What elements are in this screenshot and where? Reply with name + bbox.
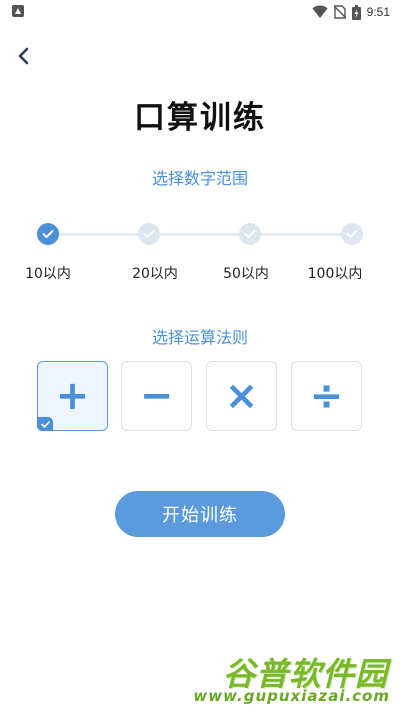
- add-operation-button[interactable]: +: [37, 361, 108, 431]
- multiply-operation-button[interactable]: ×: [206, 361, 277, 431]
- subtract-operation-button[interactable]: −: [121, 361, 192, 431]
- range-label-20[interactable]: 20以内: [110, 263, 200, 283]
- range-node-10[interactable]: [37, 223, 59, 245]
- multiply-icon: ×: [224, 373, 259, 419]
- plus-icon: +: [55, 373, 90, 419]
- check-icon: [244, 230, 256, 238]
- wifi-icon: [312, 5, 328, 18]
- watermark: 谷普软件园 www.gupuxiazai.com: [193, 649, 396, 709]
- chevron-left-icon: [18, 47, 29, 65]
- check-icon: [346, 230, 358, 238]
- battery-charging-icon: [351, 4, 361, 20]
- range-label-100[interactable]: 100以内: [290, 263, 380, 283]
- minus-icon: −: [139, 373, 174, 419]
- watermark-url: www.gupuxiazai.com: [193, 687, 390, 705]
- range-label-10[interactable]: 10以内: [3, 263, 93, 283]
- status-bar: 9:51: [0, 0, 400, 24]
- range-label-50[interactable]: 50以内: [201, 263, 291, 283]
- range-node-50[interactable]: [239, 223, 261, 245]
- back-button[interactable]: [10, 42, 38, 70]
- app-notification-icon: [12, 5, 24, 17]
- range-section-label: 选择数字范围: [151, 169, 248, 188]
- range-node-100[interactable]: [341, 223, 363, 245]
- no-sim-icon: [333, 5, 346, 19]
- page-title: 口算训练: [134, 100, 266, 136]
- check-icon: [42, 230, 54, 238]
- check-icon: [143, 230, 155, 238]
- divide-operation-button[interactable]: ÷: [291, 361, 362, 431]
- status-time: 9:51: [366, 5, 390, 19]
- start-training-button[interactable]: 开始训练: [115, 491, 285, 537]
- range-node-20[interactable]: [138, 223, 160, 245]
- selected-check-icon: [37, 417, 53, 431]
- divide-icon: ÷: [309, 373, 344, 419]
- operation-section-label: 选择运算法则: [151, 328, 248, 347]
- range-track: [48, 233, 352, 236]
- status-icons: 9:51: [312, 3, 390, 21]
